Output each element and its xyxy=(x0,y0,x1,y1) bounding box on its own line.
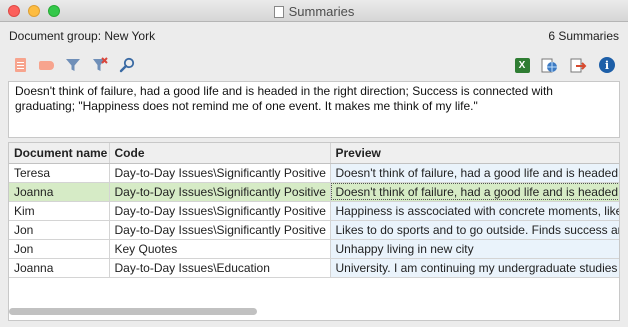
cell-preview: Unhappy living in new city xyxy=(330,239,619,259)
column-header-code[interactable]: Code xyxy=(109,143,331,164)
cell-preview: Happiness is asscociated with concrete m… xyxy=(330,201,619,221)
document-group-label: Document group: New York xyxy=(9,29,156,43)
clear-filter-icon[interactable] xyxy=(91,56,109,74)
cell-preview: Doesn't think of failure, had a good lif… xyxy=(330,182,619,202)
title-bar: Summaries xyxy=(0,0,628,22)
summaries-table: Document name Code Preview Teresa Day-to… xyxy=(8,142,620,321)
cell-document-name: Teresa xyxy=(9,163,110,183)
cell-code: Day-to-Day Issues\Significantly Positive xyxy=(109,163,331,183)
info-icon[interactable]: i xyxy=(598,56,616,74)
cell-code: Key Quotes xyxy=(109,239,331,259)
summary-preview-text[interactable]: Doesn't think of failure, had a good lif… xyxy=(8,81,620,138)
column-header-document-name[interactable]: Document name xyxy=(9,143,110,164)
table-row[interactable]: Teresa Day-to-Day Issues\Significantly P… xyxy=(9,163,619,183)
document-icon[interactable] xyxy=(11,56,29,74)
table-row[interactable]: Jon Day-to-Day Issues\Significantly Posi… xyxy=(9,220,619,240)
cell-preview: Likes to do sports and to go outside. Fi… xyxy=(330,220,619,240)
horizontal-scrollbar[interactable] xyxy=(9,308,257,315)
table-header-row: Document name Code Preview xyxy=(9,143,619,164)
table-row[interactable]: Jon Key Quotes Unhappy living in new cit… xyxy=(9,239,619,259)
cell-preview: University. I am continuing my undergrad… xyxy=(330,258,619,278)
web-export-icon[interactable] xyxy=(540,56,558,74)
table-row[interactable]: Kim Day-to-Day Issues\Significantly Posi… xyxy=(9,201,619,221)
cell-code: Day-to-Day Issues\Significantly Positive xyxy=(109,201,331,221)
column-header-preview[interactable]: Preview xyxy=(330,143,619,164)
cell-preview: Doesn't think of failure, had a good lif… xyxy=(330,163,619,183)
filter-icon[interactable] xyxy=(64,56,82,74)
cell-code: Day-to-Day Issues\Education xyxy=(109,258,331,278)
export-icon[interactable] xyxy=(569,56,587,74)
document-proxy-icon xyxy=(273,6,284,18)
window-title: Summaries xyxy=(0,4,628,19)
tag-icon[interactable] xyxy=(37,56,55,74)
window-title-text: Summaries xyxy=(288,4,355,19)
excel-export-icon[interactable]: X xyxy=(513,56,531,74)
table-row[interactable]: Joanna Day-to-Day Issues\Education Unive… xyxy=(9,258,619,278)
cell-document-name: Jon xyxy=(9,239,110,259)
cell-document-name: Joanna xyxy=(9,182,110,202)
cell-document-name: Jon xyxy=(9,220,110,240)
search-icon[interactable] xyxy=(118,56,136,74)
cell-code: Day-to-Day Issues\Significantly Positive xyxy=(109,182,331,202)
table-row-selected[interactable]: Joanna Day-to-Day Issues\Significantly P… xyxy=(9,182,619,202)
cell-document-name: Joanna xyxy=(9,258,110,278)
cell-document-name: Kim xyxy=(9,201,110,221)
cell-code: Day-to-Day Issues\Significantly Positive xyxy=(109,220,331,240)
summary-count: 6 Summaries xyxy=(548,29,619,43)
